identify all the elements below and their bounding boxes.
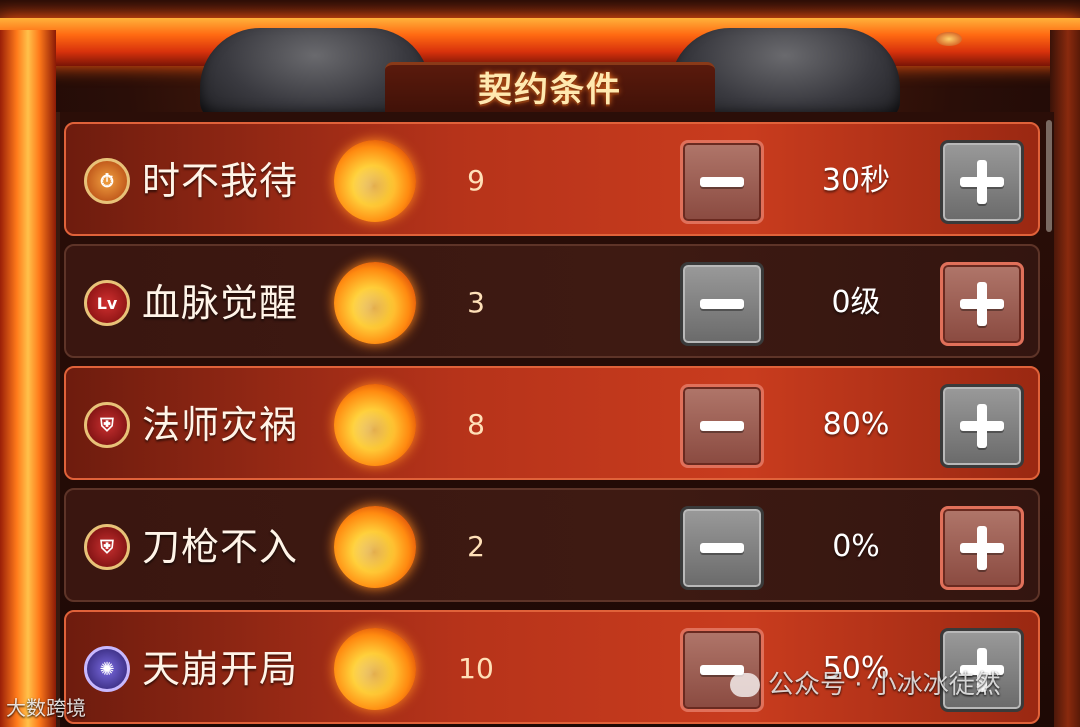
- watermark-left: 大数跨境: [6, 696, 86, 720]
- fire-orb-icon: [334, 384, 416, 466]
- condition-label: 时不我待: [142, 159, 299, 203]
- lv-badge-icon: Lv: [84, 280, 130, 326]
- condition-value: 0级: [831, 285, 881, 320]
- watermark-right: 公众号 · 小冰冰徒然: [730, 668, 1001, 702]
- increase-button[interactable]: [940, 140, 1024, 224]
- decrease-button[interactable]: [680, 262, 764, 346]
- condition-points: 10: [458, 652, 494, 685]
- decrease-button[interactable]: [680, 140, 764, 224]
- fire-orb-icon: [334, 506, 416, 588]
- condition-points: 3: [467, 286, 485, 319]
- decrease-button[interactable]: [680, 384, 764, 468]
- purple-orb-icon: ✺: [84, 646, 130, 692]
- scrollbar[interactable]: [1046, 120, 1052, 232]
- minus-icon: [700, 543, 744, 553]
- condition-row: ⏱ 时不我待 9 30秒: [64, 122, 1040, 236]
- increase-button[interactable]: [940, 506, 1024, 590]
- condition-value: 0%: [832, 529, 880, 564]
- condition-label: 血脉觉醒: [142, 281, 299, 325]
- condition-row: ⛨ 法师灾祸 8 80%: [64, 366, 1040, 480]
- condition-row: ⛨ 刀枪不入 2 0%: [64, 488, 1040, 602]
- fire-orb-icon: [334, 140, 416, 222]
- condition-points: 8: [467, 408, 485, 441]
- fire-orb-icon: [334, 628, 416, 710]
- watermark-right-text: 公众号 · 小冰冰徒然: [768, 670, 1001, 700]
- minus-icon: [700, 299, 744, 309]
- broken-shield-icon: ⛨: [84, 524, 130, 570]
- shield-icon: ⛨: [84, 402, 130, 448]
- condition-label: 天崩开局: [142, 647, 299, 691]
- minus-icon: [700, 177, 744, 187]
- condition-value: 80%: [822, 407, 890, 442]
- clock-icon: ⏱: [84, 158, 130, 204]
- wechat-icon: [730, 673, 760, 697]
- condition-row: Lv 血脉觉醒 3 0级: [64, 244, 1040, 358]
- lava-left-border: [0, 30, 56, 727]
- condition-value: 30秒: [821, 163, 891, 198]
- ember-ornament: [936, 32, 962, 46]
- condition-row: ✺ 天崩开局 10 50%: [64, 610, 1040, 724]
- fire-orb-icon: [334, 262, 416, 344]
- condition-points: 9: [467, 164, 485, 197]
- condition-points: 2: [467, 530, 485, 563]
- game-screen: 契约条件 ⏱ 时不我待 9 30秒 Lv 血脉觉醒 3 0级 ⛨ 法师灾祸 8 …: [0, 0, 1080, 727]
- condition-label: 刀枪不入: [142, 525, 299, 569]
- condition-label: 法师灾祸: [142, 403, 299, 447]
- decrease-button[interactable]: [680, 506, 764, 590]
- increase-button[interactable]: [940, 262, 1024, 346]
- minus-icon: [700, 421, 744, 431]
- increase-button[interactable]: [940, 384, 1024, 468]
- right-frame-border: [1050, 30, 1080, 727]
- panel-title: 契约条件: [478, 70, 622, 110]
